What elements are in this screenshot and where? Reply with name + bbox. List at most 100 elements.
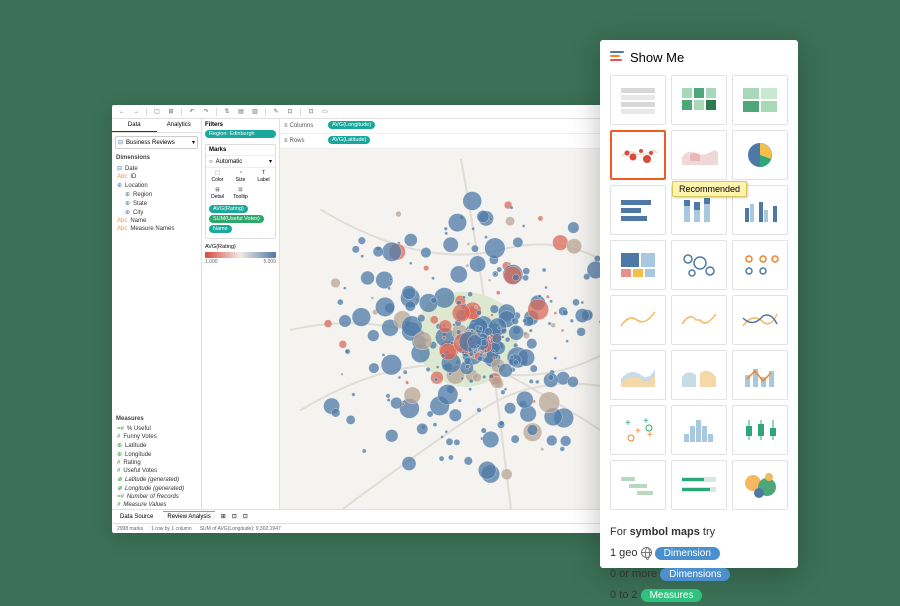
viztype-line-continuous[interactable] [610,295,666,345]
viztype-dual-combination[interactable] [732,350,788,400]
rows-pill[interactable]: AVG(Latitude) [328,136,370,144]
highlight-icon[interactable]: ✎ [272,108,280,116]
field-useful-votes[interactable]: #Useful Votes [115,467,198,475]
tab-data[interactable]: Data [112,119,157,132]
viztype-area-continuous[interactable] [610,350,666,400]
circle-icon: ○ [209,159,213,165]
undo-icon[interactable]: ↶ [188,108,196,116]
filter-pill-region[interactable]: Region: Edinburgh [205,130,276,138]
viztype-packed-bubbles[interactable] [732,460,788,510]
marks-type-selector[interactable]: ○ Automatic ▾ [206,156,275,168]
viztype-symbol-map[interactable] [610,130,666,180]
viztype-text-table[interactable] [610,75,666,125]
viztype-circle-view[interactable] [671,240,727,290]
legend-title: AVG(Rating) [205,244,276,250]
main-toolbar: ← → ▢ ⊞ ↶ ↷ ⇅ ▤ ▥ ✎ ⊡ ⊡ ▭ [112,105,652,119]
columns-pill[interactable]: AVG(Longitude) [328,121,375,129]
viztype-pie[interactable] [732,130,788,180]
mark-pill-rating[interactable]: AVG(Rating) [209,205,248,213]
detail-icon: ⊟ [215,187,219,193]
datasource-icon: ⊟ [118,139,123,146]
rows-shelf[interactable]: ≡Rows AVG(Latitude) [280,134,652,149]
tab-sheet-1[interactable]: Review Analysis [163,511,214,522]
field-num-records[interactable]: =#Number of Records [115,493,198,501]
viztype-side-circle[interactable] [732,240,788,290]
swap-icon[interactable]: ⇅ [223,108,231,116]
field-latitude[interactable]: ⊕Latitude [115,441,198,450]
mark-pill-useful[interactable]: SUM(Useful Votes) [209,215,264,223]
sort-asc-icon[interactable]: ▤ [237,108,245,116]
field-date[interactable]: ⊟Date [115,164,198,173]
viztype-area-discrete[interactable] [671,350,727,400]
show-me-header: Show Me [610,50,788,65]
viztype-filled-map[interactable] [671,130,727,180]
mark-pill-name[interactable]: Name [209,225,232,233]
viztype-bullet[interactable] [671,460,727,510]
dimensions-header: Dimensions [112,152,201,164]
field-name[interactable]: AbcName [115,217,198,225]
field-state[interactable]: ⊕State [115,199,198,208]
new-sheet-icon[interactable]: ⊞ [221,513,226,520]
viztype-heatmap[interactable] [671,75,727,125]
show-me-grid: ++++ Recommended [610,75,788,510]
field-id[interactable]: AbcID [115,173,198,181]
marks-detail[interactable]: ⊟Detail [206,185,229,202]
measures-header: Measures [112,413,201,425]
save-icon[interactable]: ▢ [153,108,161,116]
field-rating[interactable]: #Rating [115,459,198,467]
label-icon: T [262,170,265,176]
geo-icon: ⊕ [125,191,130,198]
datasource-selector[interactable]: ⊟ Business Reviews ▾ [115,136,198,149]
new-dashboard-icon[interactable]: ⊡ [232,513,237,520]
fit-icon[interactable]: ⊡ [307,108,315,116]
map-view[interactable] [280,149,652,509]
chevron-down-icon: ▾ [192,139,195,146]
forward-icon[interactable]: → [132,108,140,116]
field-measure-names[interactable]: AbcMeasure Names [115,225,198,233]
calendar-icon: ⊟ [117,165,122,172]
legend-gradient [205,252,276,258]
field-useful-pct[interactable]: =#% Useful [115,425,198,433]
group-icon[interactable]: ⊡ [286,108,294,116]
back-icon[interactable]: ← [118,108,126,116]
sort-desc-icon[interactable]: ▥ [251,108,259,116]
field-measure-values[interactable]: #Measure Values [115,501,198,509]
viztype-treemap[interactable] [610,240,666,290]
viztype-hbar[interactable] [610,185,666,235]
tab-datasource[interactable]: Data Source [116,512,157,522]
marks-size[interactable]: ◔Size [229,168,252,185]
field-funny[interactable]: #Funny Votes [115,433,198,441]
marks-tooltip[interactable]: ⊡Tooltip [229,185,252,202]
marks-color[interactable]: ⬚Color [206,168,229,185]
geo-icon: ⊕ [117,451,122,458]
hint-pill-dimensions: Dimensions [660,568,730,581]
color-icon: ⬚ [215,170,220,176]
viztype-histogram[interactable] [671,405,727,455]
field-location[interactable]: ⊕Location [115,181,198,190]
new-story-icon[interactable]: ⊡ [243,513,248,520]
marks-card: Marks ○ Automatic ▾ ⬚Color ◔Size TLabel … [205,144,276,239]
tab-analytics[interactable]: Analytics [157,119,202,132]
viztype-dual-line[interactable] [732,295,788,345]
presentation-icon[interactable]: ▭ [321,108,329,116]
abc-icon: Abc [117,226,127,232]
tableau-app-window: ← → ▢ ⊞ ↶ ↷ ⇅ ▤ ▥ ✎ ⊡ ⊡ ▭ Data Analytics… [112,105,652,533]
field-city[interactable]: ⊕City [115,208,198,217]
viztype-box-plot[interactable] [732,405,788,455]
marks-label[interactable]: TLabel [252,168,275,185]
geo-icon: ⊕ [125,209,130,216]
viztype-gantt[interactable] [610,460,666,510]
columns-shelf[interactable]: ≡Columns AVG(Longitude) [280,119,652,134]
show-me-tooltip: Recommended [672,181,747,197]
status-sum: SUM of AVG(Longitude): 9,302.1947 [200,526,281,532]
field-lon-gen[interactable]: ⊕Longitude (generated) [115,484,198,493]
new-datasource-icon[interactable]: ⊞ [167,108,175,116]
viztype-line-discrete[interactable] [671,295,727,345]
field-region[interactable]: ⊕Region [115,190,198,199]
redo-icon[interactable]: ↷ [202,108,210,116]
geo-icon: ⊕ [117,476,122,483]
field-lat-gen[interactable]: ⊕Latitude (generated) [115,475,198,484]
viztype-highlight-table[interactable] [732,75,788,125]
viztype-scatter[interactable]: ++++ [610,405,666,455]
field-longitude[interactable]: ⊕Longitude [115,450,198,459]
